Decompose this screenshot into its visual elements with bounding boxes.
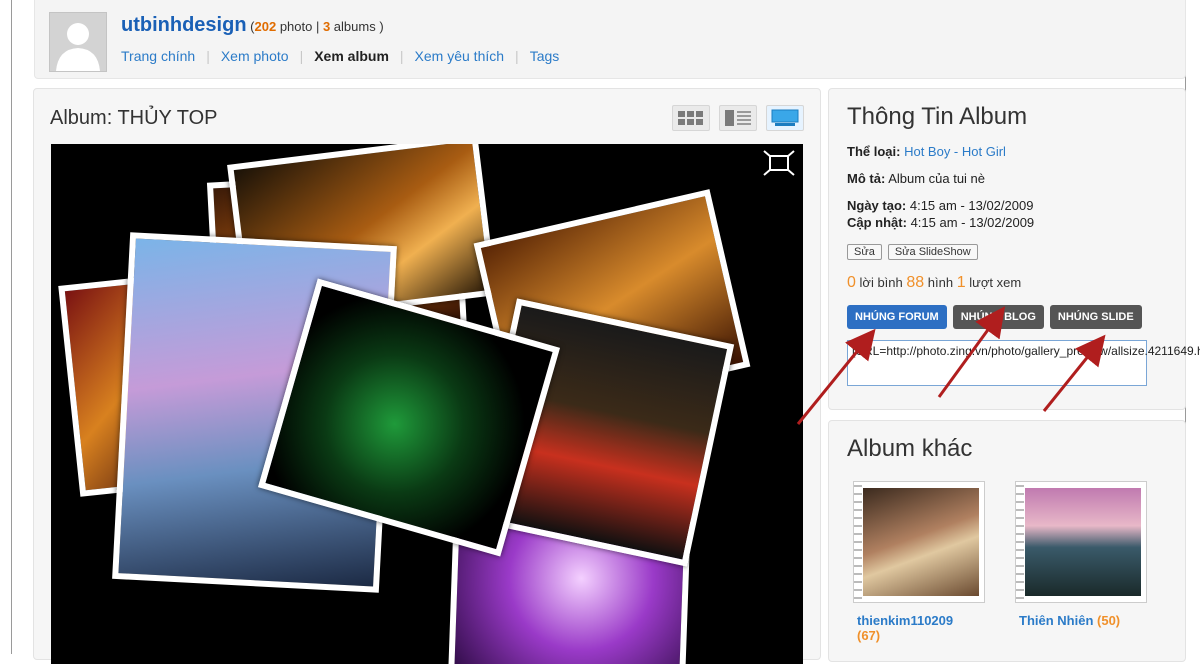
- nav-separator: |: [206, 48, 210, 64]
- album-link[interactable]: thienkim110209 (67): [857, 613, 987, 643]
- username-link[interactable]: utbinhdesign: [121, 14, 247, 36]
- album-panel: Album: THỦY TOP: [33, 88, 821, 664]
- created-label: Ngày tạo:: [847, 198, 907, 213]
- views-count: 1: [956, 274, 966, 291]
- embed-slide-button[interactable]: NHÚNG SLIDE: [1049, 305, 1142, 329]
- description-row: Mô tả: Album của tui nè: [847, 171, 985, 186]
- album-name: THỦY TOP: [117, 107, 218, 129]
- spiral-binding: [854, 482, 862, 602]
- embed-code-field[interactable]: [URL=http://photo.zing.vn/photo/gallery_…: [847, 340, 1200, 386]
- page-border-left: [11, 0, 12, 654]
- embed-buttons: NHÚNG FORUM NHÚNG BLOG NHÚNG SLIDE: [847, 305, 1142, 329]
- slideshow-stage[interactable]: [51, 144, 803, 664]
- album-count: (67): [857, 628, 881, 643]
- album-info-title: Thông Tin Album: [847, 103, 1028, 130]
- album-info-panel: Thông Tin Album Thể loại: Hot Boy - Hot …: [828, 88, 1200, 410]
- profile-nav: Trang chính | Xem photo | Xem album | Xem yêu …: [121, 48, 559, 64]
- album-thumb[interactable]: [853, 481, 985, 603]
- created-row: Ngày tạo: 4:15 am - 13/02/2009: [847, 198, 1033, 213]
- photo-label: photo |: [276, 19, 323, 34]
- updated-value: 4:15 am - 13/02/2009: [910, 215, 1035, 230]
- nav-xem-yeu-thich[interactable]: Xem yêu thích: [415, 48, 505, 64]
- updated-row: Cập nhật: 4:15 am - 13/02/2009: [847, 215, 1034, 230]
- default-user-icon: [50, 13, 106, 71]
- view-mode-switcher: [672, 105, 804, 131]
- album-name: Thiên Nhiên: [1019, 613, 1094, 628]
- description-label: Mô tả:: [847, 171, 886, 186]
- updated-label: Cập nhật:: [847, 215, 907, 230]
- nav-separator: |: [299, 48, 304, 64]
- comments-label: lời bình: [859, 275, 903, 290]
- fullscreen-icon[interactable]: [763, 150, 795, 176]
- album-name: thienkim110209: [857, 613, 954, 628]
- images-label: hình: [927, 275, 954, 290]
- nav-trang-chinh[interactable]: Trang chính: [121, 48, 195, 64]
- nav-separator: |: [399, 48, 404, 64]
- edit-buttons: Sửa Sửa SlideShow: [847, 244, 978, 260]
- album-thumb[interactable]: [1015, 481, 1147, 603]
- album-link[interactable]: Thiên Nhiên (50): [1019, 613, 1179, 628]
- slideshow-view-button[interactable]: [766, 105, 804, 131]
- album-cover: [1025, 488, 1141, 596]
- comments-count: 0: [847, 274, 856, 291]
- created-value: 4:15 am - 13/02/2009: [909, 198, 1034, 213]
- category-row: Thể loại: Hot Boy - Hot Girl: [847, 144, 1006, 159]
- album-label: albums ): [330, 19, 384, 34]
- paren-open: (: [246, 19, 255, 34]
- edit-slideshow-button[interactable]: Sửa SlideShow: [887, 244, 978, 260]
- other-albums-panel: Album khác thienkim110209 (67) Thiên Nhi…: [828, 420, 1186, 662]
- album-count: (50): [1097, 613, 1121, 628]
- spiral-binding: [1016, 482, 1024, 602]
- album-cover: [863, 488, 979, 596]
- embed-forum-button[interactable]: NHÚNG FORUM: [847, 305, 947, 329]
- nav-tags[interactable]: Tags: [530, 48, 560, 64]
- album-stats: 0 lời bình 88 hình 1 lượt xem: [847, 274, 1021, 292]
- description-value: Album của tui nè: [888, 171, 986, 186]
- edit-button[interactable]: Sửa: [847, 244, 882, 260]
- other-albums-title: Album khác: [847, 435, 973, 462]
- nav-separator: |: [515, 48, 519, 64]
- user-summary: utbinhdesign (202 photo | 3 albums ): [121, 14, 384, 37]
- images-count: 88: [906, 274, 925, 291]
- slideshow-view-icon: [771, 109, 799, 126]
- album-title-prefix: Album:: [50, 107, 118, 129]
- nav-xem-photo[interactable]: Xem photo: [221, 48, 289, 64]
- list-view-button[interactable]: [719, 105, 757, 131]
- category-link[interactable]: Hot Boy - Hot Girl: [904, 144, 1006, 159]
- embed-blog-button[interactable]: NHÚNG BLOG: [952, 305, 1044, 329]
- grid-view-icon: [678, 111, 703, 125]
- views-label: lượt xem: [969, 275, 1022, 290]
- photo-count: 202: [254, 19, 277, 34]
- category-label: Thể loại:: [847, 144, 901, 159]
- avatar[interactable]: [49, 12, 107, 72]
- album-title: Album: THỦY TOP: [50, 107, 217, 130]
- grid-view-button[interactable]: [672, 105, 710, 131]
- nav-xem-album[interactable]: Xem album: [314, 48, 389, 64]
- profile-header: utbinhdesign (202 photo | 3 albums ) Tra…: [34, 0, 1186, 79]
- list-view-icon: [725, 110, 751, 126]
